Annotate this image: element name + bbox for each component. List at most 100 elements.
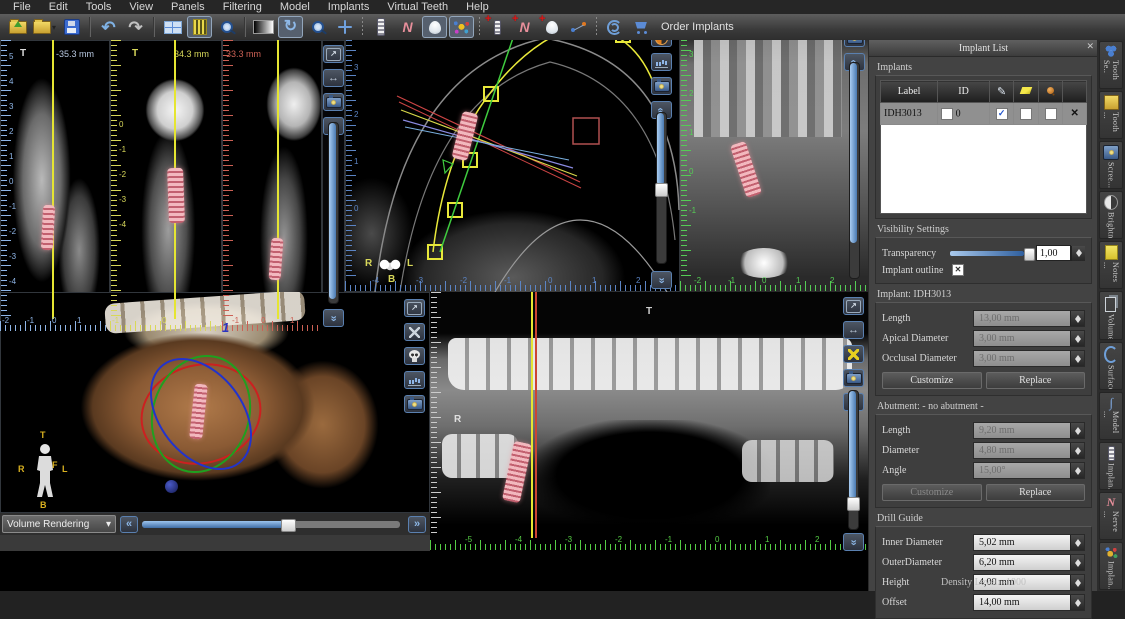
side-tab[interactable]: Implan... — [1099, 542, 1123, 590]
save-button[interactable] — [59, 16, 84, 38]
slice-indicator-line-yellow[interactable] — [531, 292, 533, 538]
spinner-buttons[interactable] — [1070, 331, 1084, 346]
snapshot-button[interactable] — [404, 395, 425, 413]
contrast-button[interactable] — [251, 16, 276, 38]
slice-slider[interactable] — [656, 112, 667, 264]
field-spinbox[interactable]: 6,20 mm — [973, 554, 1085, 571]
side-tab[interactable]: Implan... — [1099, 442, 1123, 490]
side-tab[interactable]: Scree... — [1099, 141, 1123, 189]
model-tool-button[interactable] — [449, 16, 474, 38]
field-spinbox[interactable]: 4,80 mm — [973, 442, 1085, 459]
axial-viewport[interactable]: F R L B 43210 -4-3-2-1012 ↗ » — [345, 0, 680, 292]
implant-label-cell[interactable]: IDH3013 — [881, 103, 938, 125]
field-spinbox[interactable]: 9,20 mm — [973, 422, 1085, 439]
lock-cell[interactable] — [1038, 103, 1062, 125]
replace-implant-button[interactable]: Replace — [986, 372, 1086, 389]
field-spinbox[interactable]: 3,00 mm — [973, 330, 1085, 347]
measurement-button[interactable] — [566, 16, 591, 38]
slice-scrollbar[interactable] — [849, 62, 860, 279]
side-tab[interactable]: Brightne... — [1099, 191, 1123, 239]
tooth-tool-button[interactable] — [422, 16, 447, 38]
snapshot-button[interactable] — [323, 93, 344, 111]
export-view-button[interactable]: ↗ — [404, 299, 425, 317]
redo-button[interactable]: ↷ — [123, 16, 148, 38]
slice-slider[interactable] — [848, 390, 859, 530]
slice-position-line[interactable] — [52, 40, 54, 319]
scroll-down-button[interactable]: » — [651, 271, 672, 289]
snapshot-button[interactable] — [651, 77, 672, 95]
zoom-window-button[interactable] — [214, 16, 239, 38]
transparency-slider[interactable] — [950, 251, 1030, 256]
spinner-buttons[interactable] — [1070, 463, 1084, 478]
pano-curve-button[interactable] — [602, 16, 627, 38]
panel-title-bar[interactable]: Implant List ✕ — [869, 40, 1098, 57]
customize-abutment-button[interactable]: Customize — [882, 484, 982, 501]
column-header-id[interactable]: ID — [938, 81, 990, 103]
tooth-position-box[interactable] — [573, 118, 599, 144]
render-mode-select[interactable]: Volume Rendering ▾ — [2, 515, 116, 533]
spinner-buttons[interactable] — [1070, 351, 1084, 366]
column-header-label[interactable]: Label — [881, 81, 938, 103]
histogram-button[interactable] — [651, 53, 672, 71]
field-spinbox[interactable]: 13,00 mm — [973, 310, 1085, 327]
menu-item[interactable]: Implants — [319, 0, 379, 14]
side-tab[interactable]: N Nerve ... — [1099, 492, 1123, 540]
add-nerve-button[interactable]: N+ — [512, 16, 537, 38]
cross-slice-line-blue[interactable] — [405, 127, 569, 160]
export-view-button[interactable]: ↗ — [843, 297, 864, 315]
arch-handle[interactable] — [428, 245, 442, 259]
manipulator-sphere[interactable] — [165, 480, 178, 493]
implant-graphic[interactable] — [167, 168, 185, 224]
slider-handle[interactable] — [1024, 248, 1035, 261]
add-tooth-button[interactable]: + — [539, 16, 564, 38]
slice-scrollbar[interactable] — [328, 122, 339, 304]
implant-graphic[interactable] — [41, 205, 55, 251]
column-header-highlight[interactable] — [1014, 81, 1038, 103]
add-implant-button[interactable]: + — [485, 16, 510, 38]
id-checkbox[interactable] — [941, 108, 953, 120]
spinner-buttons[interactable] — [1071, 246, 1085, 261]
column-header-lock[interactable] — [1038, 81, 1062, 103]
delete-implant-button[interactable]: ✕ — [1063, 103, 1087, 125]
implant-outline-checkbox[interactable]: ✕ — [952, 264, 964, 276]
cut-volume-button[interactable] — [404, 323, 425, 341]
scrollbar-handle[interactable] — [281, 519, 296, 532]
open-recent-button[interactable]: ▾ — [32, 16, 57, 38]
menu-item[interactable]: Tools — [77, 0, 121, 14]
customize-implant-button[interactable]: Customize — [882, 372, 982, 389]
fit-view-button[interactable]: ↔ — [843, 321, 864, 339]
skull-visibility-button[interactable] — [404, 347, 425, 365]
scroll-left-button[interactable]: » — [120, 516, 138, 533]
highlight-cell[interactable] — [1014, 103, 1038, 125]
snapshot-button[interactable] — [843, 369, 864, 387]
cross-section-viewport-2[interactable]: T 34.3 mm 0-1-2-3-4 -10 — [110, 40, 222, 332]
spinner-buttons[interactable] — [1070, 595, 1084, 610]
unchecked-checkbox[interactable] — [1045, 108, 1057, 120]
replace-abutment-button[interactable]: Replace — [986, 484, 1086, 501]
menu-item[interactable]: Help — [457, 0, 498, 14]
undo-button[interactable]: ↶ — [96, 16, 121, 38]
nerve-tool-button[interactable]: N — [395, 16, 420, 38]
scroll-down-button[interactable]: » — [323, 309, 344, 327]
export-view-button[interactable]: ↗ — [323, 45, 344, 63]
slider-handle[interactable] — [847, 497, 860, 511]
spinner-buttons[interactable] — [1070, 311, 1084, 326]
spinner-buttons[interactable] — [1070, 423, 1084, 438]
menu-item[interactable]: Panels — [162, 0, 214, 14]
scrollbar-thumb[interactable] — [850, 63, 857, 243]
menu-item[interactable]: View — [120, 0, 162, 14]
slice-indicator-line-red[interactable] — [535, 292, 537, 538]
side-tab[interactable]: Tooth ... — [1099, 91, 1123, 139]
close-icon[interactable]: ✕ — [1086, 42, 1094, 51]
menu-item[interactable]: File — [4, 0, 40, 14]
field-spinbox[interactable]: 5,02 mm — [973, 534, 1085, 551]
menu-item[interactable]: Filtering — [214, 0, 271, 14]
menu-item[interactable]: Edit — [40, 0, 77, 14]
side-tab[interactable]: Volume... — [1099, 291, 1123, 339]
cross-section-viewport-1[interactable]: T -35.3 mm 543210-1-2-3-4 -2-101 — [0, 40, 110, 332]
unchecked-checkbox[interactable] — [1020, 108, 1032, 120]
reset-view-button[interactable]: ↻ — [278, 16, 303, 38]
implant-tool-button[interactable] — [368, 16, 393, 38]
spinner-buttons[interactable] — [1070, 555, 1084, 570]
scroll-right-button[interactable]: » — [408, 516, 426, 533]
